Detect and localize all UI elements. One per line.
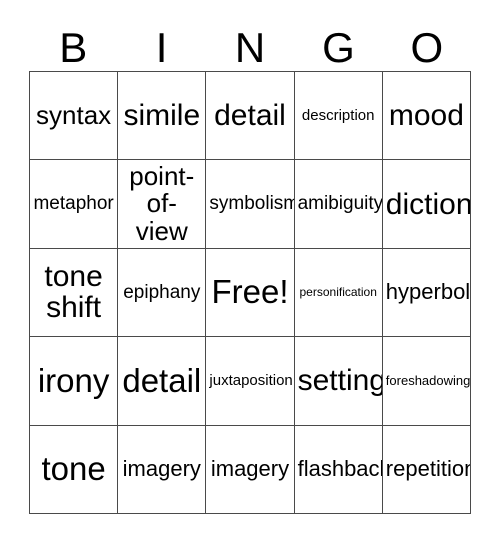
- header-letter-n: N: [234, 24, 266, 71]
- header-letter-b: B: [59, 24, 88, 71]
- bingo-header: B I N G O: [29, 14, 471, 71]
- bingo-cell-r3c1-tone-shift[interactable]: tone shift: [30, 248, 119, 338]
- header-letter-o: O: [410, 24, 444, 71]
- bingo-cell-label: detail: [122, 361, 202, 399]
- bingo-cell-r5c2-imagery[interactable]: imagery: [118, 425, 207, 514]
- bingo-cell-label: amibiguity: [297, 193, 383, 215]
- bingo-cell-label: symbolism: [209, 193, 295, 215]
- bingo-cell-r4c2-detail[interactable]: detail: [118, 337, 207, 426]
- bingo-cell-r2c3-symbolism[interactable]: symbolism: [206, 160, 295, 249]
- bingo-cell-r2c4-amibiguity[interactable]: amibiguity: [294, 160, 383, 249]
- bingo-cell-label: repetition: [385, 455, 471, 481]
- bingo-cell-label: metaphor: [33, 193, 114, 215]
- bingo-cell-r3c4-personification[interactable]: personification: [294, 248, 383, 338]
- bingo-cell-r5c5-repetition[interactable]: repetition: [382, 425, 471, 514]
- bingo-cell-r1c2-simile[interactable]: simile: [118, 72, 207, 161]
- bingo-cell-label: simile: [123, 99, 201, 133]
- bingo-cell-r2c5-diction[interactable]: diction: [382, 160, 471, 249]
- bingo-grid: syntax simile detail description mood metapho…: [29, 71, 471, 514]
- bingo-cell-r1c5-mood[interactable]: mood: [382, 72, 471, 161]
- bingo-cell-label: detail: [214, 99, 286, 133]
- bingo-cell-label: epiphany: [123, 281, 201, 303]
- bingo-cell-label: juxtaposition: [209, 372, 293, 390]
- bingo-cell-r5c1-tone[interactable]: tone: [30, 425, 119, 514]
- bingo-card: B I N G O syntax simile detail description m…: [0, 0, 500, 544]
- bingo-cell-label: hyperbole: [385, 279, 471, 305]
- bingo-cell-r3c2-epiphany[interactable]: epiphany: [118, 248, 207, 338]
- bingo-cell-r2c1-metaphor[interactable]: metaphor: [30, 160, 119, 249]
- bingo-cell-label: personification: [299, 285, 377, 300]
- bingo-cell-r4c1-irony[interactable]: irony: [30, 337, 119, 426]
- bingo-cell-r4c3-juxtaposition[interactable]: juxtaposition: [206, 337, 295, 426]
- bingo-cell-r1c1-syntax[interactable]: syntax: [30, 72, 119, 161]
- bingo-cell-label: diction: [385, 187, 471, 221]
- bingo-cell-label: foreshadowing: [385, 373, 471, 389]
- header-letter-g: G: [322, 24, 355, 71]
- bingo-cell-label: Free!: [211, 273, 289, 311]
- bingo-cell-label: irony: [37, 361, 110, 399]
- header-letter-i: I: [155, 24, 168, 71]
- bingo-cell-r3c3-free[interactable]: Free!: [206, 248, 295, 338]
- bingo-cell-r4c4-setting[interactable]: setting: [294, 337, 383, 426]
- bingo-cell-label: tone: [41, 450, 106, 488]
- bingo-cell-label: setting: [297, 364, 383, 398]
- bingo-cell-r1c3-detail[interactable]: detail: [206, 72, 295, 161]
- bingo-cell-r4c5-foreshadowing[interactable]: foreshadowing: [382, 337, 471, 426]
- bingo-cell-r1c4-description[interactable]: description: [294, 72, 383, 161]
- bingo-cell-label: tone shift: [44, 259, 103, 325]
- bingo-cell-label: point-of-view: [129, 160, 195, 246]
- bingo-cell-r5c3-imagery[interactable]: imagery: [206, 425, 295, 514]
- bingo-cell-label: imagery: [210, 455, 290, 481]
- bingo-cell-label: flashback: [297, 455, 383, 481]
- bingo-cell-r3c5-hyperbole[interactable]: hyperbole: [382, 248, 471, 338]
- bingo-cell-label: syntax: [36, 100, 112, 131]
- bingo-cell-r2c2-point-of-view[interactable]: point-of-view: [118, 160, 207, 249]
- bingo-cell-r5c4-flashback[interactable]: flashback: [294, 425, 383, 514]
- bingo-cell-label: imagery: [122, 455, 201, 481]
- bingo-cell-label: description: [301, 106, 375, 124]
- bingo-cell-label: mood: [388, 99, 464, 133]
